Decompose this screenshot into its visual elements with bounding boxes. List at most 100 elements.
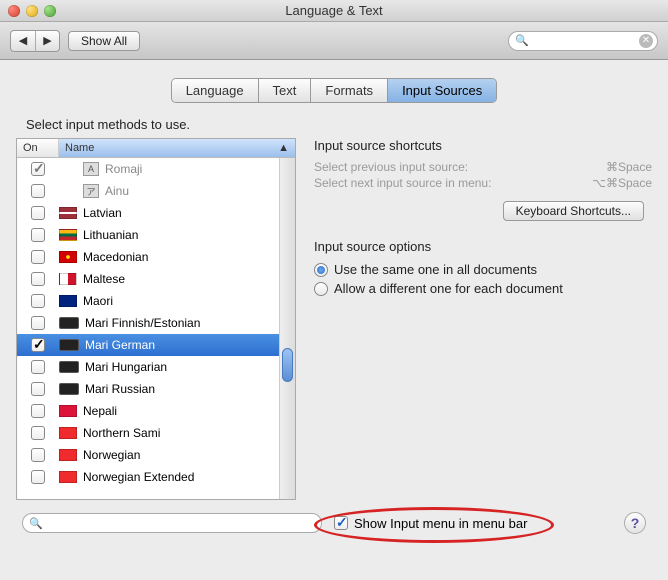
option-diff-label: Allow a different one for each document xyxy=(334,281,563,296)
row-checkbox[interactable] xyxy=(31,228,45,242)
row-checkbox[interactable] xyxy=(31,184,45,198)
row-label: Norwegian xyxy=(83,448,140,462)
flag-icon xyxy=(59,251,77,263)
option-same-row[interactable]: Use the same one in all documents xyxy=(314,260,652,279)
table-row[interactable]: Maori xyxy=(17,290,295,312)
list-scrollbar[interactable] xyxy=(279,158,295,499)
keyboard-icon xyxy=(59,339,79,351)
window-title: Language & Text xyxy=(0,3,668,18)
keyboard-icon xyxy=(59,361,79,373)
table-row[interactable]: ARomaji xyxy=(17,158,295,180)
sort-indicator-icon: ▲ xyxy=(278,142,289,154)
minimize-icon[interactable] xyxy=(26,5,38,17)
filter-search[interactable]: 🔍 xyxy=(22,513,322,533)
row-label: Mari Finnish/Estonian xyxy=(85,316,200,330)
row-checkbox[interactable] xyxy=(31,360,45,374)
row-checkbox[interactable] xyxy=(31,250,45,264)
column-header-name[interactable]: Name ▲ xyxy=(59,139,295,157)
radio-diff[interactable] xyxy=(314,282,328,296)
row-label: Mari German xyxy=(85,338,155,352)
clear-search-icon[interactable]: ✕ xyxy=(639,34,653,48)
table-row[interactable]: Macedonian xyxy=(17,246,295,268)
search-input[interactable] xyxy=(533,35,651,47)
shortcut-prev-keys: ⌘Space xyxy=(606,160,652,174)
char-icon: ア xyxy=(83,184,99,198)
row-checkbox[interactable] xyxy=(31,470,45,484)
tab-language[interactable]: Language xyxy=(172,79,259,102)
char-icon: A xyxy=(83,162,99,176)
table-row[interactable]: Nepali xyxy=(17,400,295,422)
flag-icon xyxy=(59,471,77,483)
flag-icon xyxy=(59,273,77,285)
row-checkbox[interactable] xyxy=(31,338,45,352)
input-methods-table: On Name ▲ ARomaji ア Ainu Latvian Lithuanian M… xyxy=(16,138,296,500)
show-input-menu-row[interactable]: Show Input menu in menu bar xyxy=(334,516,527,531)
row-checkbox[interactable] xyxy=(31,426,45,440)
radio-same[interactable] xyxy=(314,263,328,277)
row-checkbox[interactable] xyxy=(31,206,45,220)
flag-icon xyxy=(59,449,77,461)
shortcut-next-keys: ⌥⌘Space xyxy=(592,176,652,190)
table-row[interactable]: Mari German xyxy=(17,334,295,356)
flag-icon xyxy=(59,295,77,307)
row-checkbox[interactable] xyxy=(31,316,45,330)
row-label: Mari Hungarian xyxy=(85,360,167,374)
table-row[interactable]: Mari Russian xyxy=(17,378,295,400)
show-all-button[interactable]: Show All xyxy=(68,31,140,51)
close-icon[interactable] xyxy=(8,5,20,17)
filter-input[interactable] xyxy=(47,517,315,529)
flag-icon xyxy=(59,405,77,417)
table-row[interactable]: Lithuanian xyxy=(17,224,295,246)
column-header-on[interactable]: On xyxy=(17,139,59,157)
row-label: Macedonian xyxy=(83,250,148,264)
search-icon: 🔍 xyxy=(515,34,529,47)
row-label: Norwegian Extended xyxy=(83,470,194,484)
scrollbar-thumb[interactable] xyxy=(282,348,293,382)
window-toolbar: ◀ ▶ Show All 🔍 ✕ xyxy=(0,22,668,60)
table-row[interactable]: Northern Sami xyxy=(17,422,295,444)
row-checkbox[interactable] xyxy=(31,294,45,308)
row-label: Nepali xyxy=(83,404,117,418)
table-row[interactable]: Latvian xyxy=(17,202,295,224)
tab-bar: Language Text Formats Input Sources xyxy=(16,78,652,103)
table-row[interactable]: Maltese xyxy=(17,268,295,290)
table-row[interactable]: Mari Finnish/Estonian xyxy=(17,312,295,334)
shortcuts-heading: Input source shortcuts xyxy=(314,138,652,153)
table-row[interactable]: ア Ainu xyxy=(17,180,295,202)
row-checkbox[interactable] xyxy=(31,382,45,396)
options-heading: Input source options xyxy=(314,239,652,254)
section-subtitle: Select input methods to use. xyxy=(26,117,652,132)
column-header-name-label: Name xyxy=(65,142,94,154)
row-label: Northern Sami xyxy=(83,426,160,440)
tab-formats[interactable]: Formats xyxy=(311,79,388,102)
tab-text[interactable]: Text xyxy=(259,79,312,102)
flag-icon xyxy=(59,229,77,241)
row-checkbox[interactable] xyxy=(31,162,45,176)
keyboard-icon xyxy=(59,383,79,395)
window-titlebar: Language & Text xyxy=(0,0,668,22)
row-label: Latvian xyxy=(83,206,122,220)
option-diff-row[interactable]: Allow a different one for each document xyxy=(314,279,652,298)
row-label: Mari Russian xyxy=(85,382,155,396)
forward-button[interactable]: ▶ xyxy=(35,31,59,51)
help-button[interactable]: ? xyxy=(624,512,646,534)
flag-icon xyxy=(59,207,77,219)
toolbar-search[interactable]: 🔍 ✕ xyxy=(508,31,658,51)
row-checkbox[interactable] xyxy=(31,404,45,418)
show-input-menu-checkbox[interactable] xyxy=(334,516,348,530)
flag-icon xyxy=(59,427,77,439)
table-row[interactable]: Mari Hungarian xyxy=(17,356,295,378)
keyboard-shortcuts-button[interactable]: Keyboard Shortcuts... xyxy=(503,201,644,221)
table-row[interactable]: Norwegian Extended xyxy=(17,466,295,488)
row-checkbox[interactable] xyxy=(31,272,45,286)
option-same-label: Use the same one in all documents xyxy=(334,262,537,277)
row-label: Lithuanian xyxy=(83,228,138,242)
back-button[interactable]: ◀ xyxy=(11,31,35,51)
tab-input-sources[interactable]: Input Sources xyxy=(388,79,496,102)
search-icon: 🔍 xyxy=(29,517,43,530)
row-checkbox[interactable] xyxy=(31,448,45,462)
row-label: Ainu xyxy=(105,184,129,198)
row-label: Maltese xyxy=(83,272,125,286)
zoom-icon[interactable] xyxy=(44,5,56,17)
table-row[interactable]: Norwegian xyxy=(17,444,295,466)
